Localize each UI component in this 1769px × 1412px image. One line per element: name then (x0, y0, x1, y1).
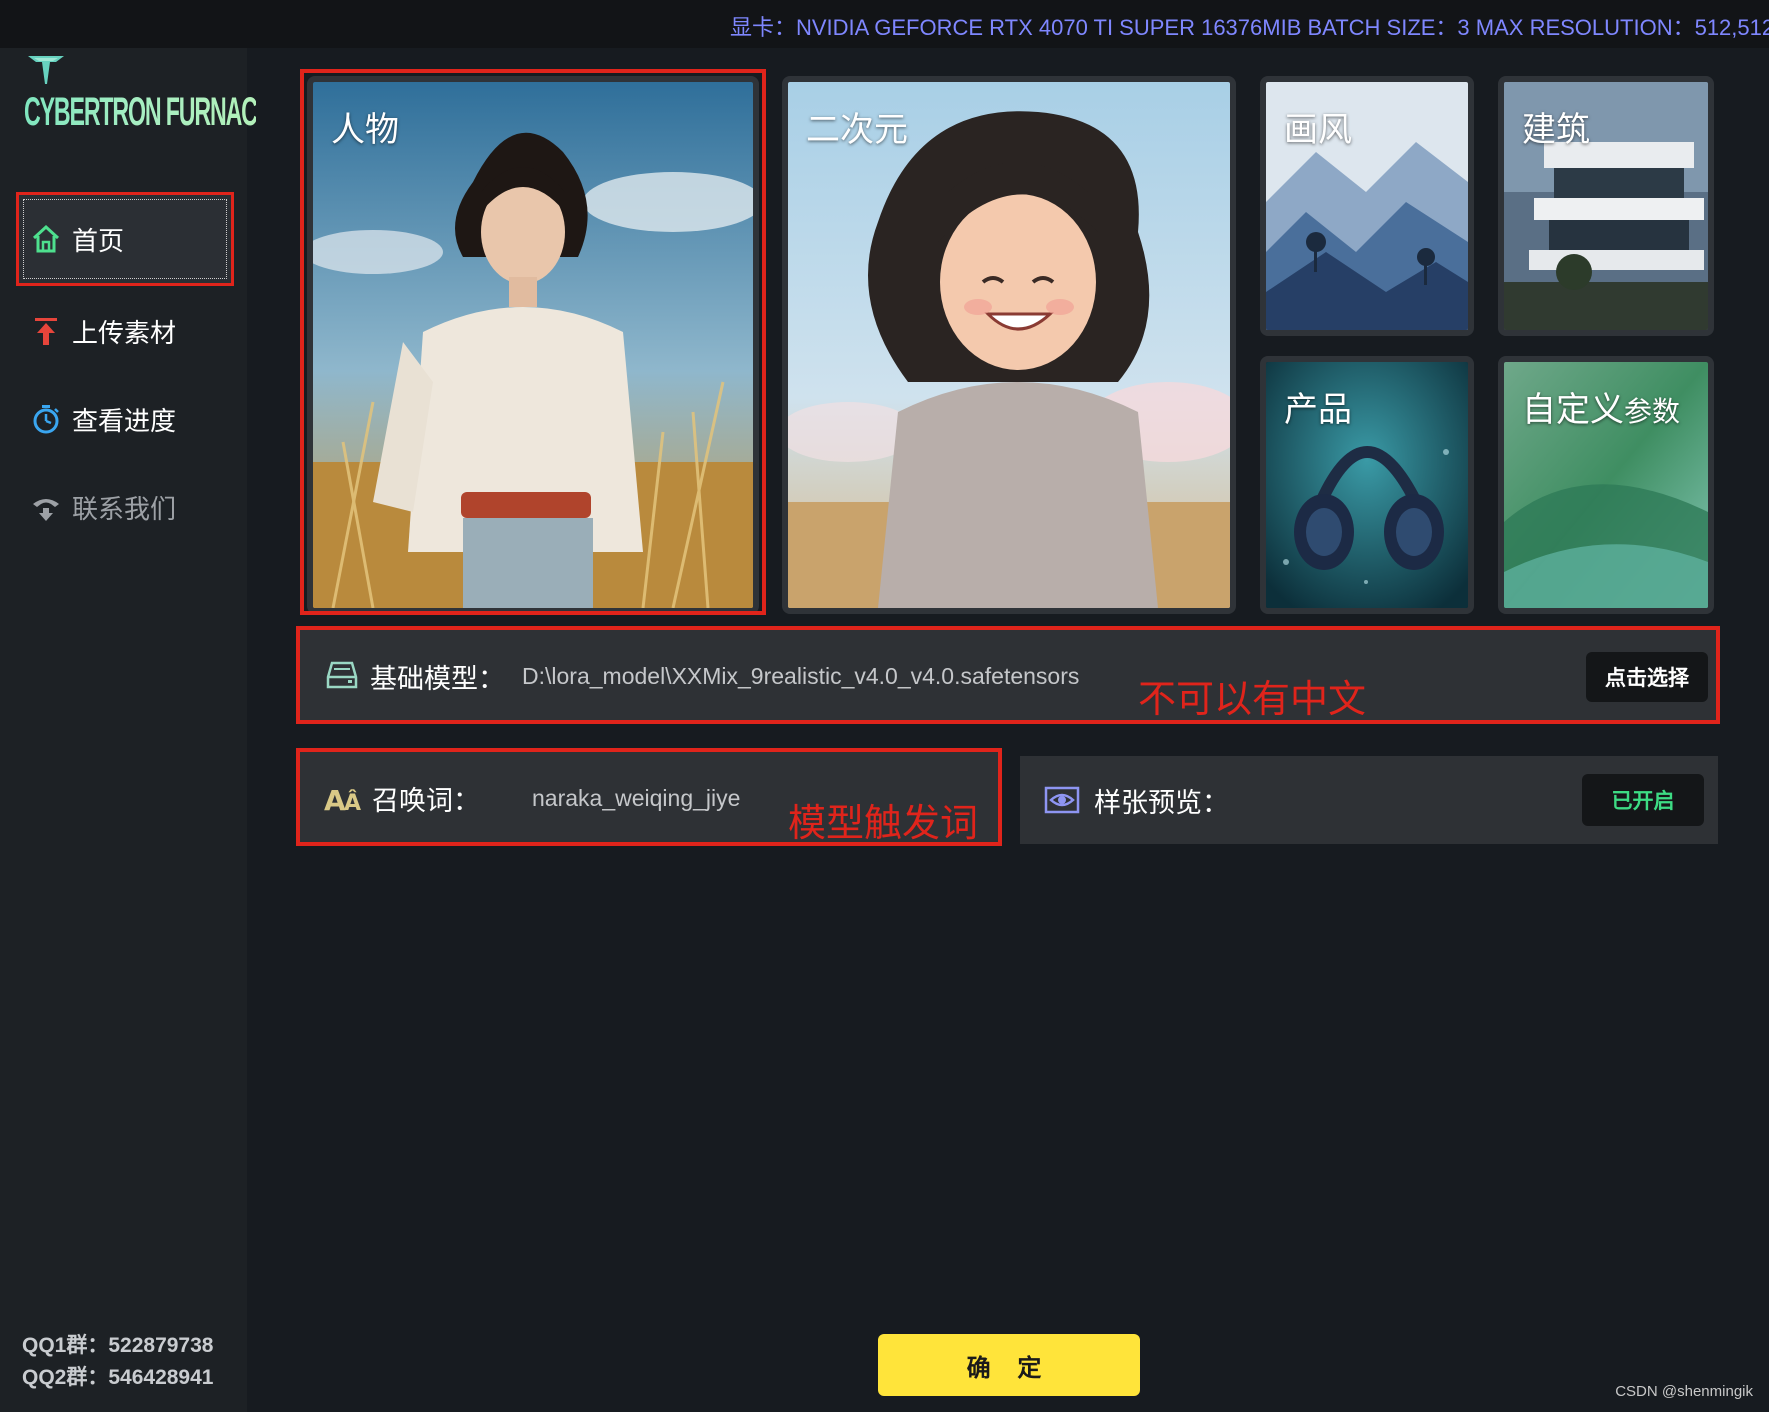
gpu-status-bar: 显卡：NVIDIA GEFORCE RTX 4070 TI SUPER 1637… (0, 0, 1769, 48)
base-model-row: 基础模型： D:\lora_model\XXMix_9realistic_v4.… (300, 630, 1716, 722)
home-icon (32, 224, 60, 253)
sample-preview-row: 样张预览： 已开启 (1020, 756, 1718, 844)
base-model-path: D:\lora_model\XXMix_9realistic_v4.0_v4.0… (522, 662, 1080, 689)
brand-name: CYBERTRON FURNACE (24, 90, 272, 134)
category-card-architecture[interactable]: 建筑 (1498, 76, 1714, 336)
custom-label-main: 自定义 (1522, 391, 1624, 429)
category-label: 二次元 (806, 111, 908, 149)
person-photo (313, 82, 753, 608)
category-card-person[interactable]: 人物 (307, 76, 759, 614)
stopwatch-icon (33, 405, 59, 434)
confirm-button[interactable]: 确 定 (878, 1334, 1140, 1396)
custom-label-small: 参数 (1624, 396, 1681, 427)
contact-icon (33, 499, 59, 521)
category-label: 建筑 (1522, 111, 1590, 149)
qq-groups: QQ1群：522879738 QQ2群：546428941 (22, 1330, 213, 1394)
category-card-product[interactable]: 产品 (1260, 356, 1474, 614)
brand-mark-icon (28, 56, 64, 84)
svg-text:A: A (324, 784, 346, 816)
qq-group-1: QQ1群：522879738 (22, 1334, 214, 1357)
upload-icon (35, 318, 57, 345)
select-model-button[interactable]: 点击选择 (1586, 652, 1708, 702)
qq-group-2: QQ2群：546428941 (22, 1366, 214, 1389)
annotation-no-chinese: 不可以有中文 (1138, 679, 1367, 721)
sidebar-item-label: 联系我们 (72, 493, 177, 524)
sidebar: CYBERTRON FURNACE 首页 上传素材 查看进度 联系我们 QQ1群… (0, 48, 272, 1412)
category-label: 自定义参数 (1522, 382, 1680, 431)
category-card-custom[interactable]: 自定义参数 (1498, 356, 1714, 614)
sidebar-item-progress[interactable]: 查看进度 (18, 374, 232, 464)
sidebar-item-label: 首页 (72, 225, 125, 256)
category-card-anime[interactable]: 二次元 (782, 76, 1236, 614)
sidebar-item-upload[interactable]: 上传素材 (18, 286, 232, 376)
eye-preview-icon (1044, 786, 1080, 814)
drive-icon (326, 661, 358, 689)
sidebar-item-label: 查看进度 (72, 405, 177, 436)
category-label: 画风 (1284, 111, 1352, 149)
category-card-painting[interactable]: 画风 (1260, 76, 1474, 336)
category-label: 产品 (1284, 391, 1352, 429)
sidebar-item-label: 上传素材 (72, 317, 177, 348)
sidebar-item-home[interactable]: 首页 (16, 192, 234, 286)
trigger-word-value[interactable]: naraka_weiqing_jiye (532, 785, 740, 812)
svg-text:Â: Â (344, 790, 361, 816)
annotation-trigger-word: 模型触发词 (788, 803, 979, 845)
category-label: 人物 (331, 111, 399, 149)
font-size-icon: A Â (324, 784, 361, 816)
sidebar-item-contact[interactable]: 联系我们 (18, 462, 232, 552)
base-model-label: 基础模型： (370, 663, 505, 694)
gpu-status-text: 显卡：NVIDIA GEFORCE RTX 4070 TI SUPER 1637… (730, 15, 1769, 40)
trigger-word-label: 召唤词： (372, 785, 480, 816)
anime-illustration (788, 82, 1230, 608)
sample-preview-toggle[interactable]: 已开启 (1582, 774, 1704, 826)
watermark: CSDN @shenmingik (1615, 1383, 1753, 1400)
sample-preview-label: 样张预览： (1094, 787, 1229, 818)
brand-logo: CYBERTRON FURNACE (24, 52, 272, 162)
